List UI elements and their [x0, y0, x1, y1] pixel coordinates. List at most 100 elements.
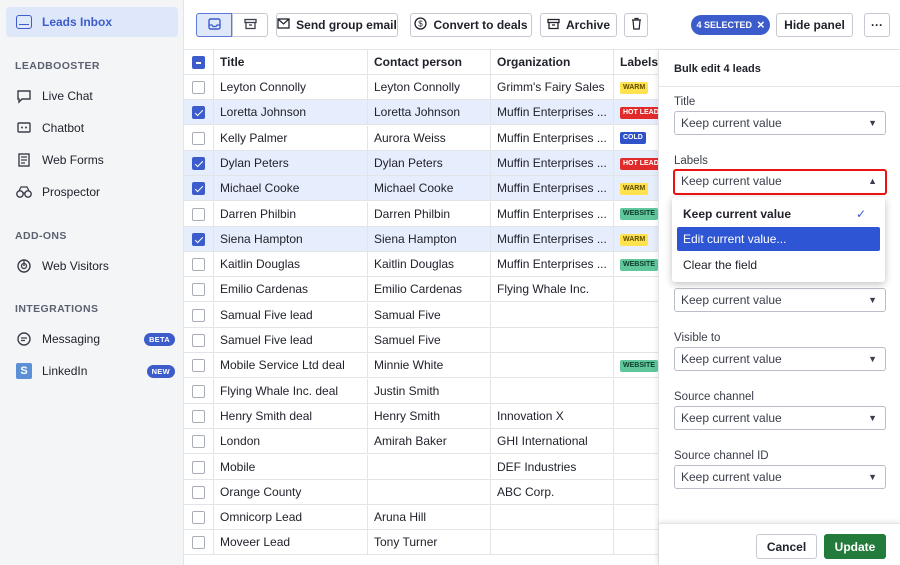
cell-labels[interactable] — [614, 429, 658, 454]
cell-contact[interactable]: Tony Turner — [368, 530, 491, 556]
table-row[interactable]: Kaitlin Douglas Kaitlin Douglas Muffin Ent… — [184, 252, 658, 278]
sidebar-item-messaging[interactable]: Messaging BETA — [15, 329, 175, 349]
cell-contact[interactable]: Aurora Weiss — [368, 125, 491, 151]
cell-title[interactable]: Kaitlin Douglas — [214, 252, 368, 278]
table-row[interactable]: Henry Smith deal Henry Smith Innovation X — [184, 403, 658, 429]
cell-labels[interactable] — [614, 404, 658, 429]
cell-labels[interactable]: WARM — [614, 227, 658, 252]
cell-contact[interactable]: Samuel Five — [368, 328, 491, 353]
row-checkbox-cell[interactable] — [184, 176, 214, 202]
row-checkbox[interactable] — [192, 334, 205, 347]
cell-labels[interactable]: WARM — [614, 176, 658, 201]
cell-contact[interactable]: Loretta Johnson — [368, 100, 491, 126]
source-channel-id-select[interactable]: Keep current value ▼ — [674, 465, 886, 489]
cell-organization[interactable]: Flying Whale Inc. — [491, 277, 614, 303]
cell-contact[interactable] — [368, 454, 491, 480]
cell-organization[interactable] — [491, 530, 614, 556]
cell-contact[interactable]: Darren Philbin — [368, 201, 491, 227]
owner-select[interactable]: Keep current value ▼ — [674, 288, 886, 312]
sidebar-item-web-forms[interactable]: Web Forms — [15, 150, 175, 170]
cell-organization[interactable]: Muffin Enterprises ... — [491, 176, 614, 202]
table-row[interactable]: Leyton Connolly Leyton Connolly Grimm's Fa… — [184, 75, 658, 100]
row-checkbox-cell[interactable] — [184, 353, 214, 379]
row-checkbox-cell[interactable] — [184, 403, 214, 429]
sidebar-item-chatbot[interactable]: Chatbot — [15, 118, 175, 138]
row-checkbox-cell[interactable] — [184, 479, 214, 505]
cell-organization[interactable] — [491, 328, 614, 353]
cell-title[interactable]: Flying Whale Inc. deal — [214, 378, 368, 404]
cell-contact[interactable] — [368, 479, 491, 505]
cell-labels[interactable] — [614, 480, 658, 505]
row-checkbox-cell[interactable] — [184, 226, 214, 252]
row-checkbox-cell[interactable] — [184, 150, 214, 176]
row-checkbox[interactable] — [192, 485, 205, 499]
cell-labels[interactable]: WEBSITE — [614, 353, 658, 378]
cell-title[interactable]: Mobile — [214, 454, 368, 480]
cell-labels[interactable]: HOT LEAD — [614, 151, 658, 176]
row-checkbox-cell[interactable] — [184, 125, 214, 151]
row-checkbox-cell[interactable] — [184, 505, 214, 531]
table-row[interactable]: Siena Hampton Siena Hampton Muffin Enterpr… — [184, 226, 658, 252]
column-header-organization[interactable]: Organization — [491, 50, 614, 75]
row-checkbox[interactable] — [192, 384, 205, 398]
cell-labels[interactable]: WEBSITE — [614, 202, 658, 227]
row-checkbox-cell[interactable] — [184, 201, 214, 227]
table-row[interactable]: Moveer Lead Tony Turner — [184, 530, 658, 556]
row-checkbox[interactable] — [192, 460, 205, 474]
row-checkbox[interactable] — [192, 536, 205, 550]
row-checkbox[interactable] — [192, 81, 205, 94]
cell-organization[interactable]: Muffin Enterprises ... — [491, 150, 614, 176]
select-all-checkbox[interactable] — [192, 56, 205, 69]
row-checkbox[interactable] — [192, 283, 205, 297]
selected-count-pill[interactable]: 4 SELECTED × — [691, 15, 770, 35]
cell-labels[interactable]: HOT LEAD — [614, 100, 658, 125]
cell-labels[interactable] — [614, 277, 658, 302]
row-checkbox[interactable] — [192, 131, 205, 145]
row-checkbox[interactable] — [192, 232, 205, 246]
cell-title[interactable]: Mobile Service Ltd deal — [214, 353, 368, 379]
row-checkbox[interactable] — [192, 359, 205, 373]
cell-contact[interactable]: Dylan Peters — [368, 150, 491, 176]
cell-title[interactable]: Orange County — [214, 479, 368, 505]
labels-select[interactable]: Keep current value ▲ — [673, 169, 887, 195]
cell-organization[interactable] — [491, 505, 614, 531]
cell-contact[interactable]: Kaitlin Douglas — [368, 252, 491, 278]
table-row[interactable]: Darren Philbin Darren Philbin Muffin Enter… — [184, 201, 658, 227]
cell-title[interactable]: Omnicorp Lead — [214, 505, 368, 531]
cell-contact[interactable]: Minnie White — [368, 353, 491, 379]
row-checkbox[interactable] — [192, 156, 205, 170]
cell-title[interactable]: Michael Cooke — [214, 176, 368, 202]
cell-contact[interactable]: Leyton Connolly — [368, 75, 491, 100]
cell-contact[interactable]: Henry Smith — [368, 403, 491, 429]
cell-title[interactable]: Siena Hampton — [214, 226, 368, 252]
table-row[interactable]: Dylan Peters Dylan Peters Muffin Enterpris… — [184, 150, 658, 176]
dropdown-option-keep[interactable]: Keep current value ✓ — [677, 202, 880, 226]
cell-organization[interactable]: GHI International — [491, 429, 614, 455]
row-checkbox[interactable] — [192, 207, 205, 221]
cell-contact[interactable]: Emilio Cardenas — [368, 277, 491, 303]
cell-organization[interactable]: DEF Industries — [491, 454, 614, 480]
cell-labels[interactable] — [614, 455, 658, 480]
cell-labels[interactable] — [614, 505, 658, 530]
table-row[interactable]: Flying Whale Inc. deal Justin Smith — [184, 378, 658, 404]
cell-title[interactable]: Moveer Lead — [214, 530, 368, 556]
cell-title[interactable]: Kelly Palmer — [214, 125, 368, 151]
row-checkbox-cell[interactable] — [184, 302, 214, 328]
row-checkbox[interactable] — [192, 511, 205, 525]
cell-organization[interactable]: ABC Corp. — [491, 479, 614, 505]
cell-title[interactable]: Darren Philbin — [214, 201, 368, 227]
cell-title[interactable]: Loretta Johnson — [214, 100, 368, 126]
cell-labels[interactable]: WEBSITE — [614, 252, 658, 277]
cell-title[interactable]: Henry Smith deal — [214, 403, 368, 429]
cell-organization[interactable]: Innovation X — [491, 403, 614, 429]
row-checkbox-cell[interactable] — [184, 75, 214, 100]
cell-organization[interactable] — [491, 378, 614, 404]
table-row[interactable]: London Amirah Baker GHI International — [184, 429, 658, 455]
cell-contact[interactable]: Aruna Hill — [368, 505, 491, 531]
cell-title[interactable]: Dylan Peters — [214, 150, 368, 176]
row-checkbox-cell[interactable] — [184, 252, 214, 278]
dropdown-option-clear[interactable]: Clear the field — [677, 253, 880, 277]
cell-labels[interactable]: COLD — [614, 126, 658, 151]
cell-organization[interactable]: Grimm's Fairy Sales — [491, 75, 614, 100]
sidebar-item-web-visitors[interactable]: Web Visitors — [15, 256, 175, 276]
